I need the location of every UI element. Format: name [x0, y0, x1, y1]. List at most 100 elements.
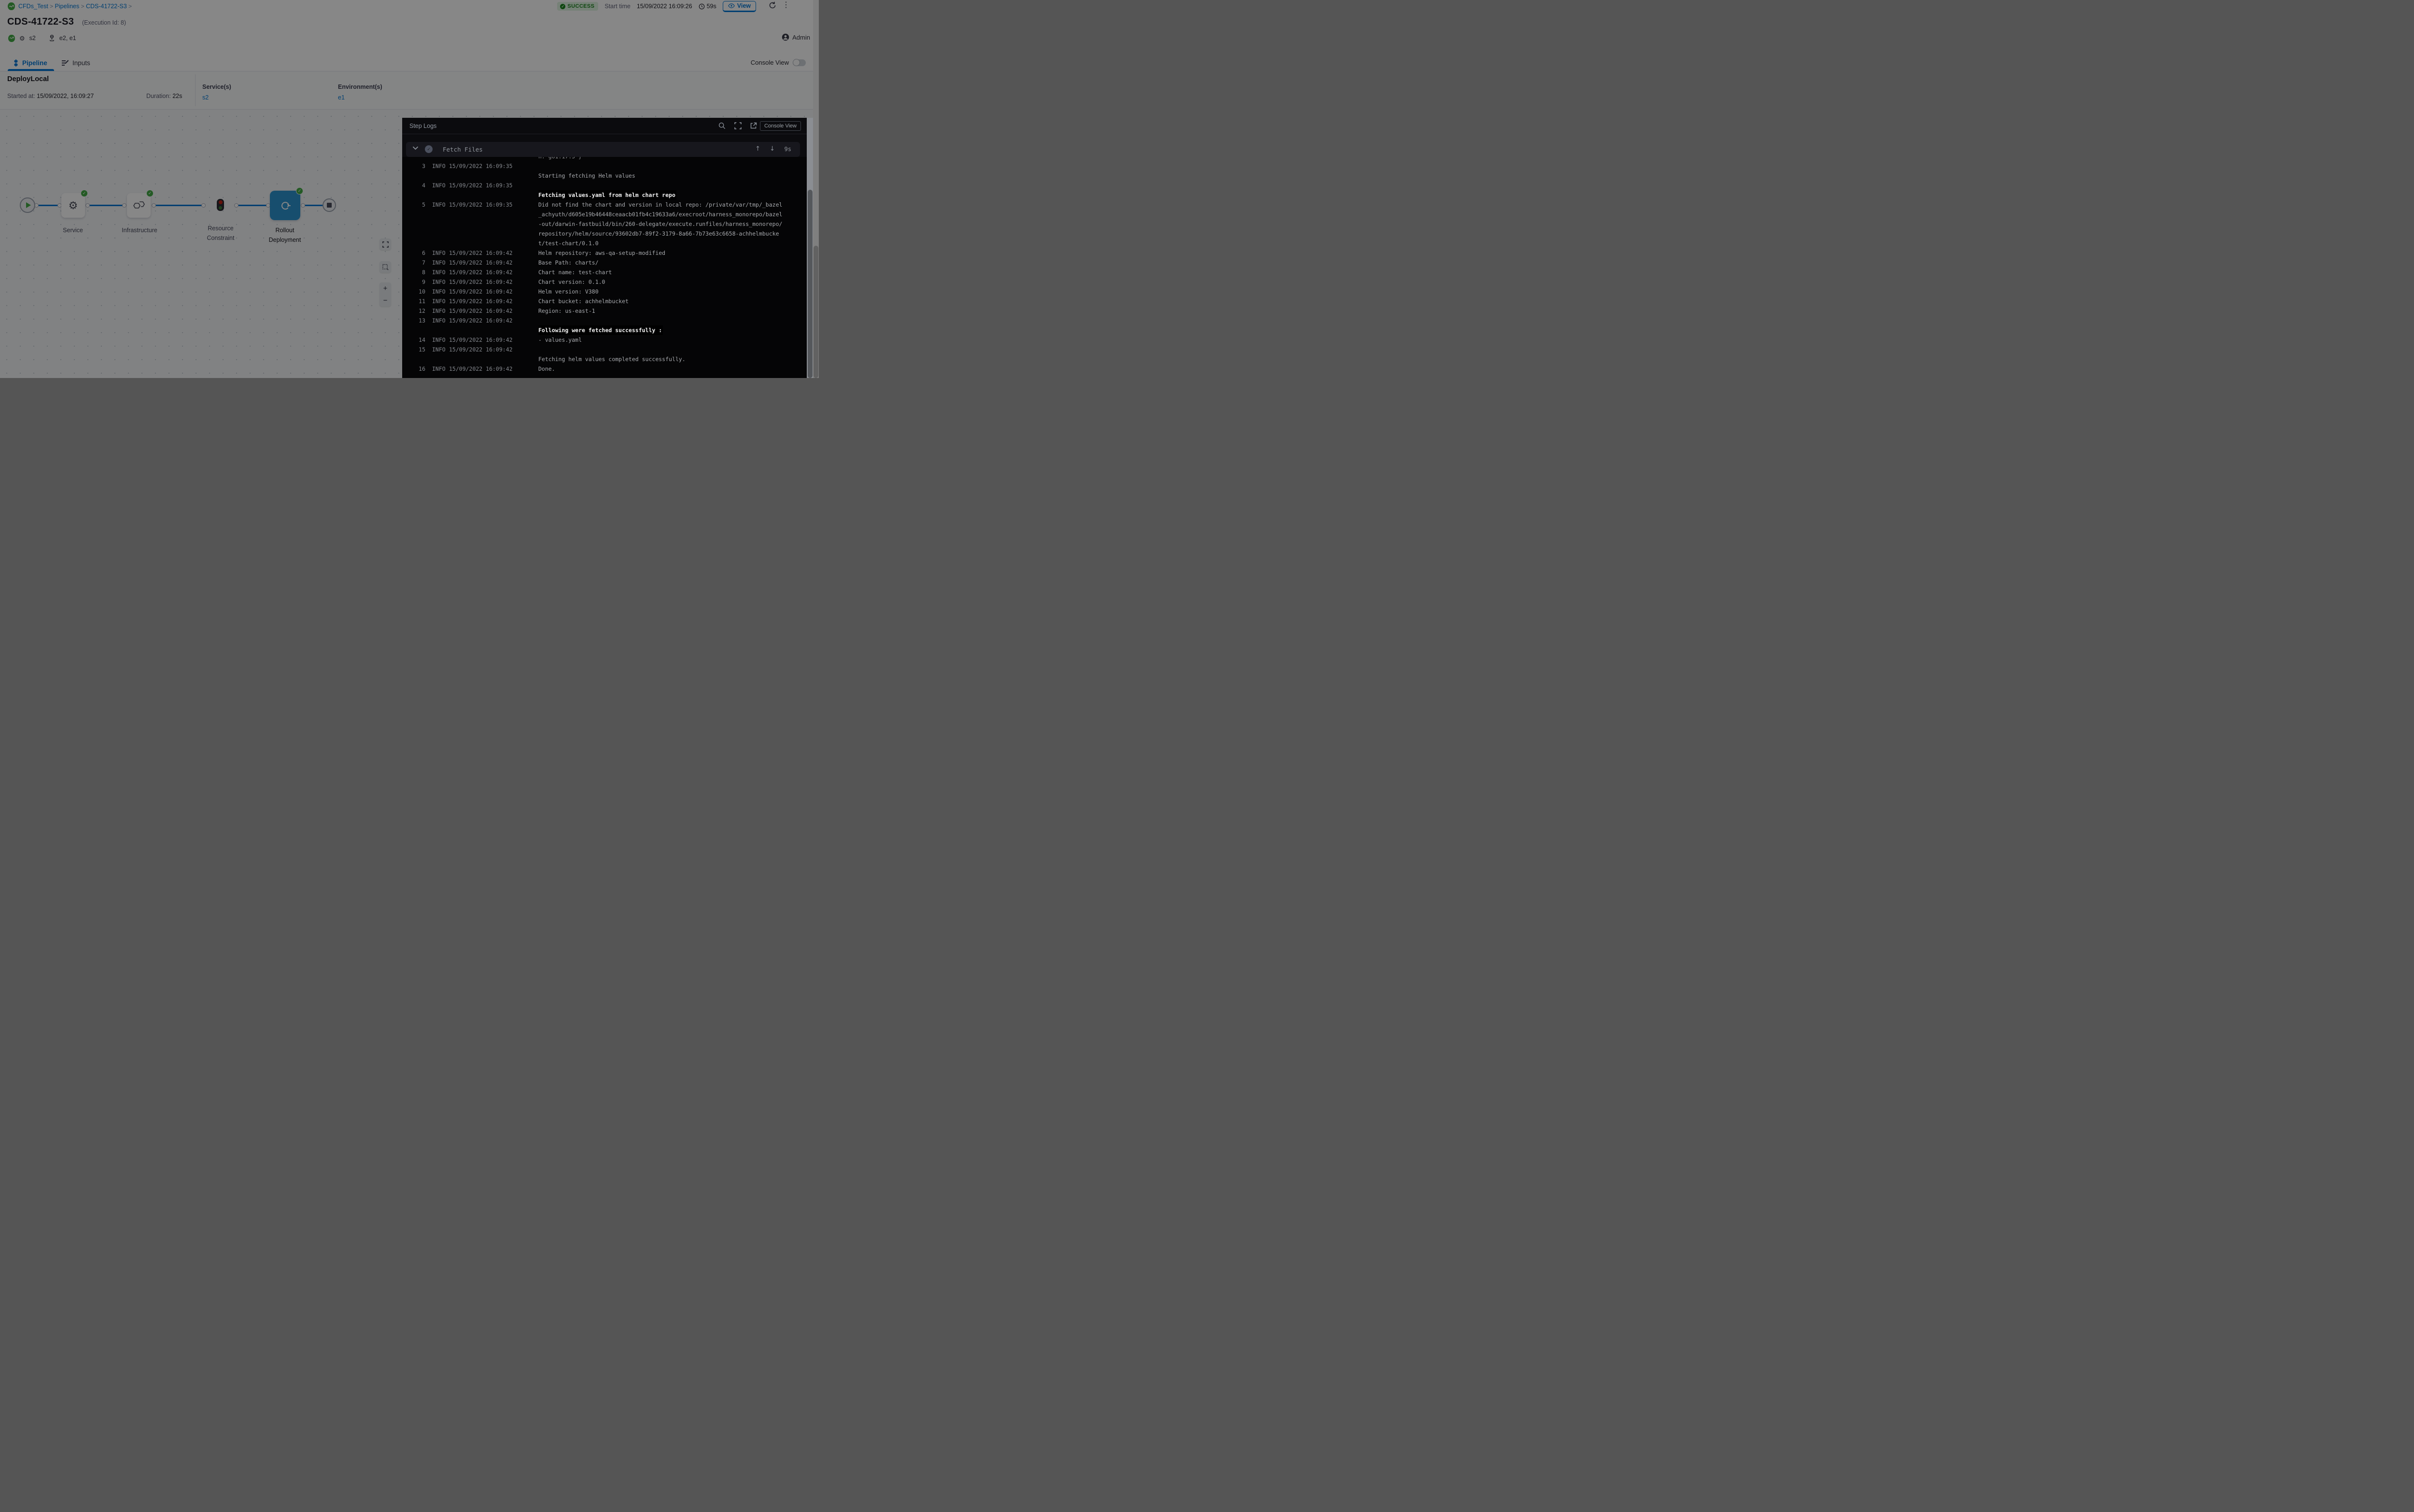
log-level: INFO [432, 306, 446, 316]
node-rollout-deployment[interactable] [270, 191, 300, 220]
active-tab-indicator [8, 69, 54, 71]
stage-duration: Duration: 22s [146, 93, 182, 99]
zoom-in-button[interactable]: + [383, 285, 388, 292]
log-message: repository/helm/source/93602db7-89f2-317… [538, 229, 779, 238]
node-label[interactable]: Resource Constraint [201, 224, 240, 243]
log-level: INFO [432, 258, 446, 267]
log-timestamp: 15/09/2022 16:09:42 [449, 287, 513, 296]
log-message: Starting fetching Helm values [538, 171, 635, 181]
node-infrastructure[interactable] [127, 193, 151, 218]
log-level: INFO [432, 364, 446, 374]
node-label[interactable]: Infrastructure [114, 225, 165, 235]
success-check-icon: ✓ [81, 190, 88, 197]
stage-started: Started at: 15/09/2022, 16:09:27 [7, 93, 94, 99]
marquee-select-icon [382, 264, 389, 270]
user-menu[interactable]: Admin [782, 33, 810, 41]
execution-meta: ⚙ s2 e2, e1 [8, 34, 76, 42]
chevron-down-icon[interactable] [412, 146, 419, 150]
view-button[interactable]: View [723, 1, 756, 12]
infrastructure-icon [133, 200, 145, 211]
inputs-icon [61, 59, 69, 67]
log-level: INFO [432, 200, 446, 210]
expand-drawer-icon[interactable] [734, 122, 742, 129]
edge [36, 205, 60, 206]
top-header: CFDs_Test > Pipelines > CDS-41722-S3 > C… [0, 0, 819, 55]
log-line: t/test-chart/0.1.0 [402, 238, 807, 248]
log-line-number: 12 [415, 306, 425, 316]
log-line-number: 4 [415, 181, 425, 190]
environment-link[interactable]: e1 [338, 94, 345, 101]
page-scrollbar[interactable] [813, 0, 819, 378]
node-label[interactable]: Service [54, 225, 92, 235]
log-timestamp: 15/09/2022 16:09:42 [449, 258, 513, 267]
open-in-new-icon[interactable] [750, 122, 757, 129]
log-line: 16INFO15/09/2022 16:09:42Done. [402, 364, 807, 374]
edge-port [152, 203, 156, 208]
log-timestamp: 15/09/2022 16:09:42 [449, 277, 513, 287]
zoom-out-button[interactable]: − [383, 297, 388, 304]
scroll-up-icon[interactable]: ↑ [755, 145, 760, 153]
edge [154, 205, 204, 206]
node-service[interactable]: ⚙ [61, 193, 85, 218]
status-row: ✓ SUCCESS Start time 15/09/2022 16:09:26… [557, 1, 756, 11]
environments-tag[interactable]: e2, e1 [59, 35, 76, 42]
log-line: 15INFO15/09/2022 16:09:42 [402, 345, 807, 354]
drawer-title: Step Logs [409, 123, 436, 129]
fit-to-screen-button[interactable] [379, 238, 391, 250]
environments-label: Environment(s) [338, 84, 382, 90]
node-label[interactable]: Rollout Deployment [264, 225, 306, 245]
page-scrollbar-thumb[interactable] [814, 246, 818, 378]
log-level: INFO [432, 277, 446, 287]
gear-icon: ⚙ [69, 200, 78, 211]
log-line: 3INFO15/09/2022 16:09:35 [402, 161, 807, 171]
node-resource-constraint[interactable] [217, 199, 224, 211]
edge-port [122, 203, 126, 208]
console-view-toggle-group: Console View [751, 59, 806, 66]
log-line: Following were fetched successfully : [402, 325, 807, 335]
log-timestamp: 15/09/2022 16:09:35 [449, 200, 513, 210]
log-line: 10INFO15/09/2022 16:09:42Helm version: V… [402, 287, 807, 296]
log-section-header[interactable]: ✓ Fetch Files ↑ ↓ 9s [406, 142, 800, 157]
log-message: Region: us-east-1 [538, 306, 595, 316]
log-level: INFO [432, 287, 446, 296]
scroll-down-icon[interactable]: ↓ [770, 145, 775, 153]
console-view-switch[interactable] [793, 59, 806, 66]
breadcrumb-item[interactable]: CDS-41722-S3 [86, 3, 127, 10]
service-tag[interactable]: s2 [29, 35, 36, 42]
green-light [219, 206, 222, 210]
log-line: n:"go1.17.5"} [402, 157, 807, 161]
log-line: 12 INFO15/09/2022 16:09:42 Region: us-east… [402, 306, 807, 316]
breadcrumb-item[interactable]: CFDs_Test [18, 3, 48, 10]
tab-inputs[interactable]: Inputs [61, 55, 90, 71]
search-icon[interactable] [718, 122, 726, 129]
log-timestamp: 15/09/2022 16:09:42 [449, 306, 513, 316]
breadcrumb-item[interactable]: Pipelines [55, 3, 80, 10]
step-duration: 9s [785, 146, 791, 153]
console-view-button[interactable]: Console View [760, 121, 801, 131]
step-logs-drawer: Step Logs Console View ✓ Fetch Files ↑ ↓… [402, 118, 807, 378]
log-line-number: 5 [415, 200, 425, 210]
zoom-controls: + − [379, 282, 391, 307]
log-level: INFO [432, 267, 446, 277]
refresh-icon[interactable] [769, 1, 776, 9]
kebab-menu-icon[interactable]: ⋮ [782, 1, 790, 10]
log-message: Following were fetched successfully : [538, 325, 663, 335]
environments-icon [49, 35, 55, 42]
log-line: -out/darwin-fastbuild/bin/260-delegate/e… [402, 219, 807, 229]
stop-icon [327, 203, 332, 208]
service-link[interactable]: s2 [202, 94, 209, 101]
tab-bar: Pipeline Inputs Console View [0, 55, 819, 71]
log-scrollbar[interactable] [807, 118, 813, 378]
log-line-number: 13 [415, 316, 425, 325]
log-content[interactable]: n:"go1.17.5"}3INFO15/09/2022 16:09:35Sta… [402, 157, 807, 378]
start-time-value: 15/09/2022 16:09:26 [637, 3, 692, 10]
edge [236, 205, 269, 206]
log-line: Starting fetching Helm values [402, 171, 807, 181]
reset-view-button[interactable] [379, 261, 391, 273]
log-scrollbar-thumb[interactable] [808, 190, 813, 378]
log-line-number: 9 [415, 277, 425, 287]
log-level: INFO [432, 296, 446, 306]
edge-port [201, 203, 206, 208]
start-time-label: Start time [604, 3, 631, 10]
stage-summary-bar: DeployLocal Started at: 15/09/2022, 16:0… [0, 71, 819, 110]
